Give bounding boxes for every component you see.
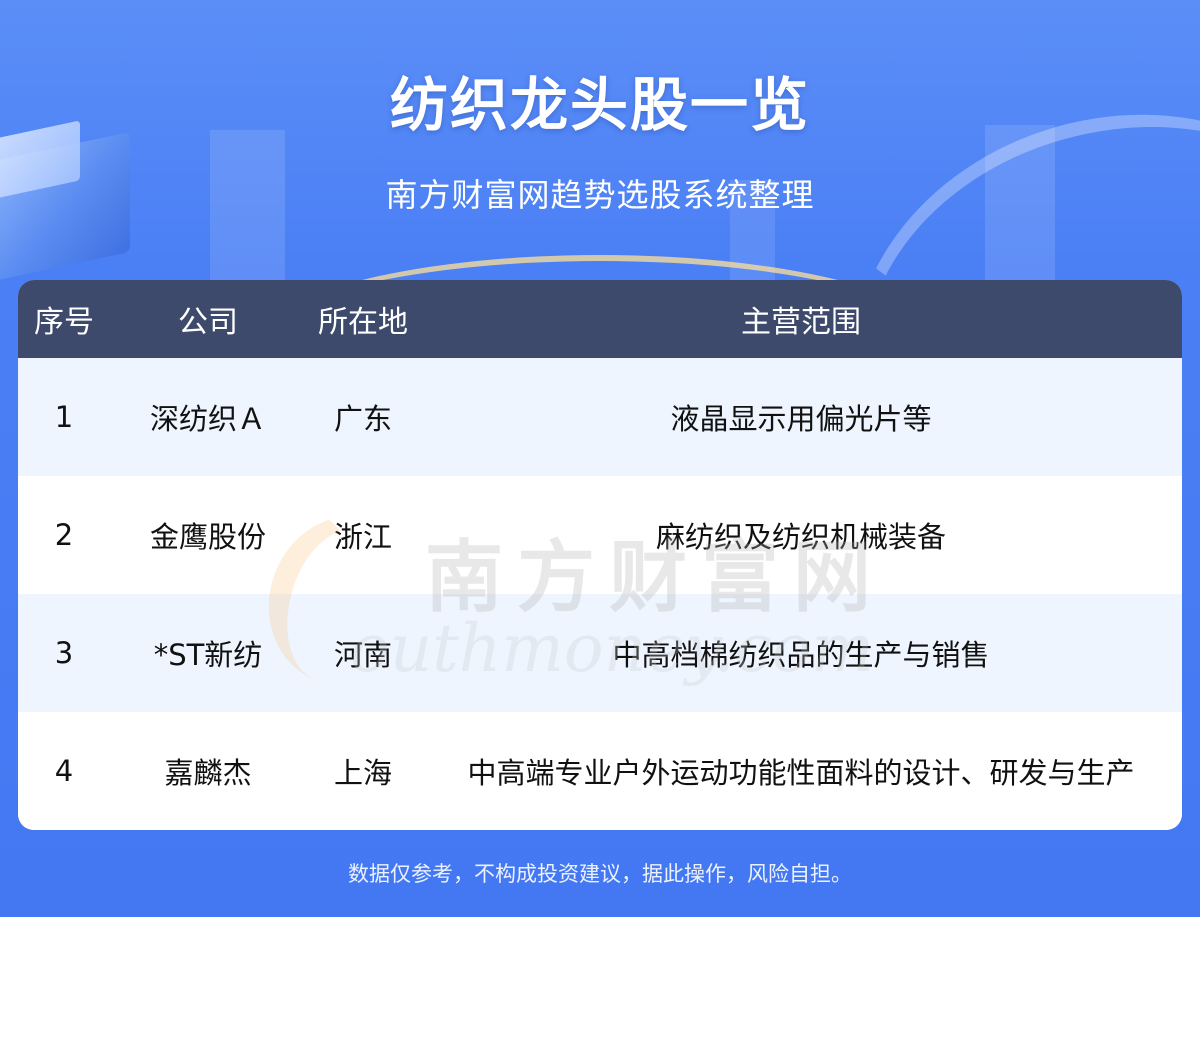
- cell-company: 嘉麟杰: [164, 756, 252, 790]
- cell-location: 浙江: [333, 520, 392, 554]
- cell-index: 4: [54, 754, 74, 788]
- header-index: 序号: [34, 305, 94, 340]
- cell-location: 广东: [333, 402, 392, 436]
- cell-business: 麻纺织及纺织机械装备: [655, 520, 946, 554]
- cell-company: 金鹰股份: [149, 520, 266, 554]
- cell-index: 1: [54, 400, 74, 434]
- page-subtitle: 南方财富网趋势选股系统整理: [385, 176, 815, 214]
- cell-index: 3: [54, 636, 74, 670]
- page-title: 纺织龙头股一览: [389, 71, 810, 139]
- cell-business: 中高档棉纺织品的生产与销售: [612, 638, 990, 672]
- cell-location: 河南: [333, 638, 392, 672]
- banner-background: 纺织龙头股一览 南方财富网趋势选股系统整理 序号 公司 所在地 主营范围 1 深…: [0, 0, 1200, 917]
- stock-table: 序号 公司 所在地 主营范围 1 深纺织Ａ 广东 液晶显示用偏光片等 2 金鹰股…: [18, 280, 1182, 830]
- table-row: 3 *ST新纺 河南 中高档棉纺织品的生产与销售: [18, 594, 1182, 712]
- header-business: 主营范围: [741, 305, 861, 340]
- cell-company: *ST新纺: [153, 638, 263, 672]
- header-company: 公司: [178, 305, 238, 340]
- table-row: 4 嘉麟杰 上海 中高端专业户外运动功能性面料的设计、研发与生产: [18, 712, 1182, 830]
- cell-location: 上海: [333, 756, 392, 790]
- cell-business: 液晶显示用偏光片等: [670, 402, 932, 436]
- table-row: 2 金鹰股份 浙江 麻纺织及纺织机械装备: [18, 476, 1182, 594]
- cell-index: 2: [54, 518, 74, 552]
- cell-business: 中高端专业户外运动功能性面料的设计、研发与生产: [467, 756, 1135, 790]
- table-header-row: 序号 公司 所在地 主营范围: [18, 280, 1182, 358]
- header-location: 所在地: [318, 305, 408, 340]
- table-row: 1 深纺织Ａ 广东 液晶显示用偏光片等: [18, 358, 1182, 476]
- disclaimer-footer: 数据仅参考，不构成投资建议，据此操作，风险自担。: [348, 862, 852, 886]
- cell-company: 深纺织Ａ: [149, 402, 266, 436]
